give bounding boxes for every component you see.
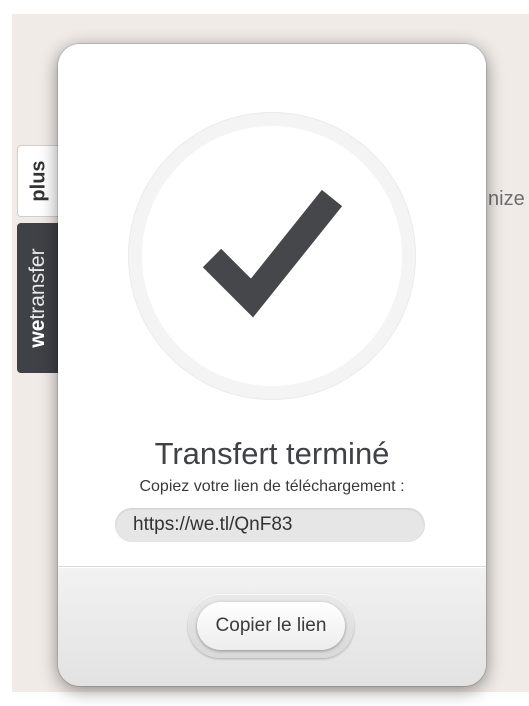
wetransfer-logo: wetransfer: [26, 248, 49, 348]
tab-wetransfer[interactable]: wetransfer: [17, 223, 59, 373]
tab-plus-label: plus: [27, 160, 49, 202]
copy-link-button-label: Copier le lien: [197, 602, 345, 650]
copy-link-button[interactable]: Copier le lien: [188, 594, 354, 658]
transfer-complete-dialog: Transfert terminé Copiez votre lien de t…: [58, 44, 486, 686]
checkmark-icon: [202, 189, 343, 318]
dialog-subtitle: Copiez votre lien de téléchargement :: [139, 478, 405, 495]
success-badge: [128, 112, 416, 400]
dialog-title: Transfert terminé: [154, 436, 390, 471]
download-link-field[interactable]: https://we.tl/QnF83: [115, 508, 425, 542]
background-text: nize: [488, 188, 525, 210]
tab-plus[interactable]: plus: [17, 145, 59, 217]
dialog-body: Transfert terminé Copiez votre lien de t…: [58, 44, 486, 566]
